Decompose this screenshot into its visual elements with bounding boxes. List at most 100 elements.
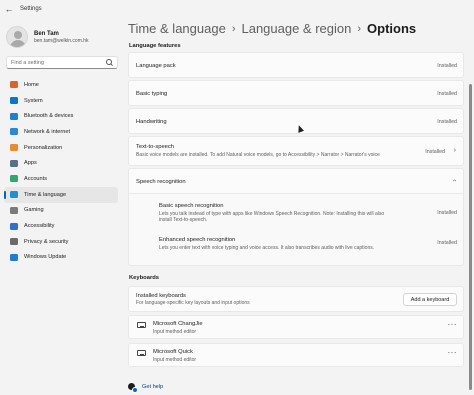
keyboard-type: Input method editor xyxy=(153,329,197,335)
speech-recognition-header[interactable]: Speech recognition › xyxy=(128,168,464,194)
keyboard-icon xyxy=(137,322,146,328)
sidebar-item-label: Gaming xyxy=(24,207,44,214)
globe-clock-icon xyxy=(10,191,18,199)
sidebar-item-label: Accounts xyxy=(24,175,48,182)
sidebar-item-windows-update[interactable]: Windows Update xyxy=(4,250,118,266)
enhanced-speech-status: Installed xyxy=(437,240,457,246)
arrow-left-icon: ← xyxy=(4,4,14,14)
keyboard-item-quick: Microsoft Quick Input method editor ··· xyxy=(128,343,464,367)
text-to-speech-row[interactable]: Text-to-speech Basic voice models are in… xyxy=(128,136,464,166)
sidebar-item-time-language[interactable]: Time & language xyxy=(4,186,118,203)
section-title-language-features: Language features xyxy=(129,43,181,49)
chevron-right-icon: › xyxy=(453,147,456,154)
keyboard-icon xyxy=(137,350,146,356)
avatar xyxy=(6,26,28,48)
keyboard-item-changjie: Microsoft ChangJie Input method editor ·… xyxy=(128,315,464,339)
title-bar: ← Settings xyxy=(0,0,474,18)
breadcrumb-time-language[interactable]: Time & language xyxy=(128,21,226,36)
basic-speech-desc-line2: install Text-to-speech. xyxy=(159,217,208,223)
gaming-icon xyxy=(10,206,18,214)
sidebar-item-home[interactable]: Home xyxy=(4,77,118,93)
speech-recognition-label: Speech recognition xyxy=(136,179,186,185)
sidebar-item-label: Personalization xyxy=(24,144,63,151)
sidebar-item-label: Home xyxy=(24,81,39,88)
text-to-speech-label: Text-to-speech xyxy=(136,144,175,150)
chevron-up-icon: › xyxy=(451,179,459,182)
search-placeholder: Find a setting xyxy=(11,59,45,66)
profile-email: ben.tam@welkin.com.hk xyxy=(34,37,89,44)
chevron-right-icon: › xyxy=(357,22,362,35)
sidebar-item-accessibility[interactable]: Accessibility xyxy=(4,218,118,234)
installed-keyboards-label: Installed keyboards xyxy=(136,293,186,299)
app-title: Settings xyxy=(20,6,42,12)
text-to-speech-status: Installed xyxy=(425,149,445,155)
sidebar-item-label: Apps xyxy=(24,160,37,167)
sidebar-item-privacy[interactable]: Privacy & security xyxy=(4,234,118,250)
basic-speech-label: Basic speech recognition xyxy=(159,203,224,209)
sidebar-item-label: Accessibility xyxy=(24,223,55,230)
scrollbar[interactable] xyxy=(469,84,472,390)
search-input[interactable]: Find a setting xyxy=(6,56,118,69)
accounts-icon xyxy=(10,175,18,183)
handwriting-status: Installed xyxy=(437,119,457,125)
basic-typing-label: Basic typing xyxy=(136,91,168,97)
profile-name: Ben Tam xyxy=(34,30,59,37)
sidebar-item-label: Windows Update xyxy=(24,254,67,261)
section-title-keyboards: Keyboards xyxy=(129,275,159,281)
installed-keyboards-row: Installed keyboards For language-specifi… xyxy=(128,286,464,312)
handwriting-label: Handwriting xyxy=(136,119,167,125)
sidebar-item-network[interactable]: Network & internet xyxy=(4,124,118,140)
help-chat-icon xyxy=(128,383,138,393)
speech-recognition-panel: Basic speech recognition Lets you talk i… xyxy=(128,194,464,266)
accessibility-icon xyxy=(10,222,18,230)
system-icon xyxy=(10,97,18,105)
sidebar-item-label: Bluetooth & devices xyxy=(24,113,74,120)
handwriting-row: Handwriting Installed xyxy=(128,108,464,134)
get-help-link[interactable]: Get help xyxy=(128,383,164,393)
sidebar-item-personalization[interactable]: Personalization xyxy=(4,140,118,156)
sidebar-item-label: System xyxy=(24,97,43,104)
windows-update-icon xyxy=(10,253,18,261)
search-icon xyxy=(106,59,113,66)
basic-typing-status: Installed xyxy=(437,91,457,97)
keyboard-type: Input method editor xyxy=(153,357,197,363)
back-button[interactable]: ← xyxy=(0,1,18,17)
enhanced-speech-label: Enhanced speech recognition xyxy=(159,237,236,243)
network-icon xyxy=(10,128,18,136)
enhanced-speech-desc: Lets you enter text with voice typing an… xyxy=(159,245,375,251)
installed-keyboards-desc: For language-specific key layouts and in… xyxy=(136,300,250,306)
sidebar-item-label: Privacy & security xyxy=(24,238,69,245)
language-pack-row: Language pack Installed xyxy=(128,52,464,78)
basic-typing-row: Basic typing Installed xyxy=(128,80,464,106)
sidebar-item-label: Network & internet xyxy=(24,128,71,135)
language-pack-label: Language pack xyxy=(136,63,176,69)
sidebar-item-bluetooth[interactable]: Bluetooth & devices xyxy=(4,108,118,124)
more-options-icon[interactable]: ··· xyxy=(448,348,458,357)
get-help-label: Get help xyxy=(142,383,164,390)
user-profile[interactable]: Ben Tam ben.tam@welkin.com.hk xyxy=(6,26,89,48)
shield-icon xyxy=(10,238,18,246)
sidebar-item-accounts[interactable]: Accounts xyxy=(4,171,118,187)
main-content: Language features Language pack Installe… xyxy=(128,40,464,395)
add-keyboard-button[interactable]: Add a keyboard xyxy=(403,293,457,306)
more-options-icon[interactable]: ··· xyxy=(448,320,458,329)
sidebar-item-apps[interactable]: Apps xyxy=(4,155,118,171)
page-title: Options xyxy=(367,21,417,36)
sidebar-item-gaming[interactable]: Gaming xyxy=(4,203,118,219)
sidebar-nav: Home System Bluetooth & devices Network … xyxy=(4,77,118,265)
text-to-speech-desc: Basic voice models are installed. To add… xyxy=(136,152,380,158)
keyboard-name: Microsoft ChangJie xyxy=(153,321,203,327)
sidebar-item-label: Time & language xyxy=(24,191,67,198)
breadcrumb: Time & language › Language & region › Op… xyxy=(128,21,416,36)
bluetooth-icon xyxy=(10,112,18,120)
apps-icon xyxy=(10,159,18,167)
keyboard-name: Microsoft Quick xyxy=(153,349,193,355)
sidebar-item-system[interactable]: System xyxy=(4,93,118,109)
chevron-right-icon: › xyxy=(231,22,236,35)
basic-speech-status: Installed xyxy=(437,210,457,216)
breadcrumb-language-region[interactable]: Language & region xyxy=(241,21,351,36)
brush-icon xyxy=(10,144,18,152)
language-pack-status: Installed xyxy=(437,63,457,69)
home-icon xyxy=(10,81,18,89)
sidebar: Ben Tam ben.tam@welkin.com.hk Find a set… xyxy=(0,18,122,395)
